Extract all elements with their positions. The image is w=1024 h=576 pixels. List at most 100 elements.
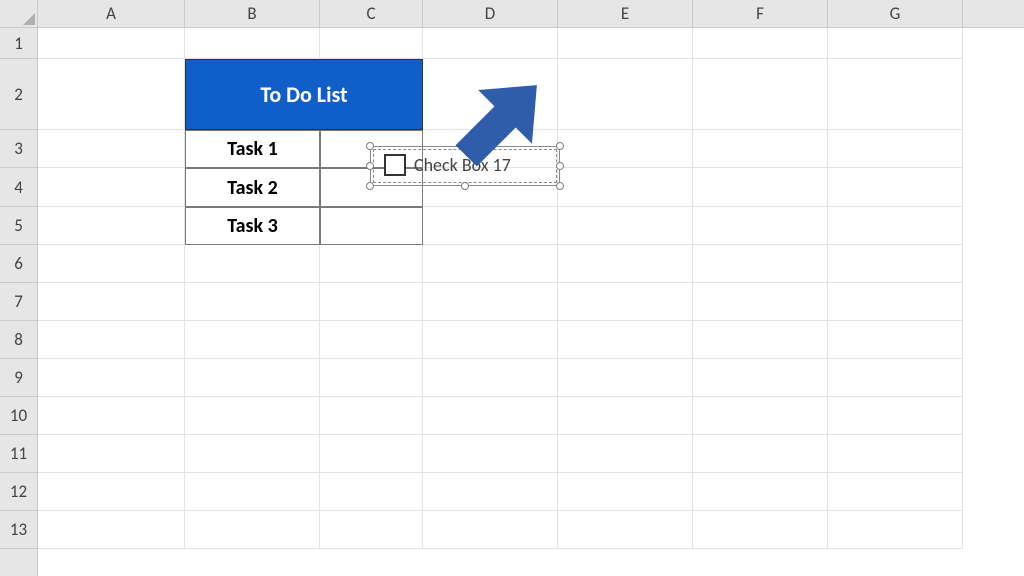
cell[interactable] — [320, 245, 423, 283]
cell[interactable] — [558, 59, 693, 130]
cell[interactable] — [558, 28, 693, 59]
cell[interactable] — [185, 28, 320, 59]
cell[interactable] — [828, 130, 963, 168]
cell[interactable] — [320, 28, 423, 59]
cell[interactable] — [828, 168, 963, 207]
row-header[interactable]: 3 — [0, 130, 37, 168]
cell[interactable] — [38, 435, 185, 473]
row-header[interactable]: 2 — [0, 59, 37, 130]
cell[interactable] — [38, 397, 185, 435]
cell[interactable] — [423, 28, 558, 59]
column-header[interactable]: D — [423, 0, 558, 27]
cell[interactable] — [38, 511, 185, 549]
column-header[interactable]: E — [558, 0, 693, 27]
cell[interactable] — [558, 168, 693, 207]
cell[interactable] — [320, 397, 423, 435]
cell[interactable] — [828, 283, 963, 321]
task-cell-1[interactable]: Task 1 — [185, 130, 320, 168]
cell[interactable] — [320, 321, 423, 359]
cell[interactable] — [423, 321, 558, 359]
row-header[interactable]: 6 — [0, 245, 37, 283]
cell[interactable] — [693, 207, 828, 245]
checkbox-box[interactable] — [384, 154, 406, 176]
task-cell-3[interactable]: Task 3 — [185, 207, 320, 245]
cell[interactable] — [320, 283, 423, 321]
row-header[interactable]: 1 — [0, 28, 37, 59]
cell[interactable] — [693, 245, 828, 283]
row-header[interactable]: 12 — [0, 473, 37, 511]
cell[interactable] — [38, 168, 185, 207]
column-header[interactable]: G — [828, 0, 963, 27]
cell[interactable] — [828, 359, 963, 397]
cell[interactable] — [38, 59, 185, 130]
cell[interactable] — [558, 283, 693, 321]
cell[interactable] — [693, 511, 828, 549]
resize-handle-middle-left[interactable] — [366, 162, 374, 170]
cell[interactable] — [693, 321, 828, 359]
column-header[interactable]: B — [185, 0, 320, 27]
cell[interactable] — [693, 28, 828, 59]
row-header[interactable]: 11 — [0, 435, 37, 473]
cell[interactable] — [828, 397, 963, 435]
cell[interactable] — [558, 435, 693, 473]
todo-header-cell[interactable]: To Do List — [185, 59, 423, 130]
cell[interactable] — [38, 473, 185, 511]
cell[interactable] — [185, 397, 320, 435]
cell[interactable] — [185, 359, 320, 397]
cell[interactable] — [38, 207, 185, 245]
cell[interactable] — [185, 283, 320, 321]
cell[interactable] — [185, 435, 320, 473]
cell[interactable] — [828, 435, 963, 473]
row-header[interactable]: 4 — [0, 168, 37, 207]
row-header[interactable]: 7 — [0, 283, 37, 321]
cell[interactable] — [423, 245, 558, 283]
row-header[interactable]: 9 — [0, 359, 37, 397]
column-header[interactable]: C — [320, 0, 423, 27]
resize-handle-top-left[interactable] — [366, 142, 374, 150]
cell[interactable] — [185, 321, 320, 359]
cell[interactable] — [38, 28, 185, 59]
cell[interactable] — [320, 435, 423, 473]
cell[interactable] — [423, 435, 558, 473]
cell[interactable] — [828, 511, 963, 549]
cell[interactable] — [423, 397, 558, 435]
cell[interactable] — [38, 130, 185, 168]
row-header[interactable]: 13 — [0, 511, 37, 549]
cell[interactable] — [558, 397, 693, 435]
resize-handle-bottom-left[interactable] — [366, 182, 374, 190]
cell[interactable] — [828, 245, 963, 283]
cell[interactable] — [38, 283, 185, 321]
row-header[interactable]: 5 — [0, 207, 37, 245]
cell[interactable] — [693, 130, 828, 168]
cell[interactable] — [38, 359, 185, 397]
cell[interactable] — [558, 207, 693, 245]
column-header[interactable]: F — [693, 0, 828, 27]
cell[interactable] — [693, 283, 828, 321]
cell[interactable] — [423, 207, 558, 245]
cell[interactable] — [558, 473, 693, 511]
cell[interactable] — [185, 511, 320, 549]
cell[interactable] — [185, 473, 320, 511]
cell[interactable] — [558, 321, 693, 359]
cell[interactable] — [828, 59, 963, 130]
cell[interactable] — [693, 359, 828, 397]
cell[interactable] — [828, 473, 963, 511]
cell[interactable] — [693, 59, 828, 130]
cell[interactable] — [828, 321, 963, 359]
cell[interactable] — [693, 397, 828, 435]
cell[interactable] — [558, 359, 693, 397]
cell[interactable] — [423, 473, 558, 511]
column-header[interactable]: A — [38, 0, 185, 27]
task-checkbox-cell-3[interactable] — [320, 207, 423, 245]
cell[interactable] — [558, 130, 693, 168]
cell[interactable] — [828, 28, 963, 59]
cell[interactable] — [558, 245, 693, 283]
cell[interactable] — [423, 359, 558, 397]
cell[interactable] — [693, 473, 828, 511]
task-cell-2[interactable]: Task 2 — [185, 168, 320, 207]
cell[interactable] — [423, 511, 558, 549]
cell[interactable] — [423, 283, 558, 321]
cell[interactable] — [693, 168, 828, 207]
cell[interactable] — [320, 511, 423, 549]
row-header[interactable]: 8 — [0, 321, 37, 359]
